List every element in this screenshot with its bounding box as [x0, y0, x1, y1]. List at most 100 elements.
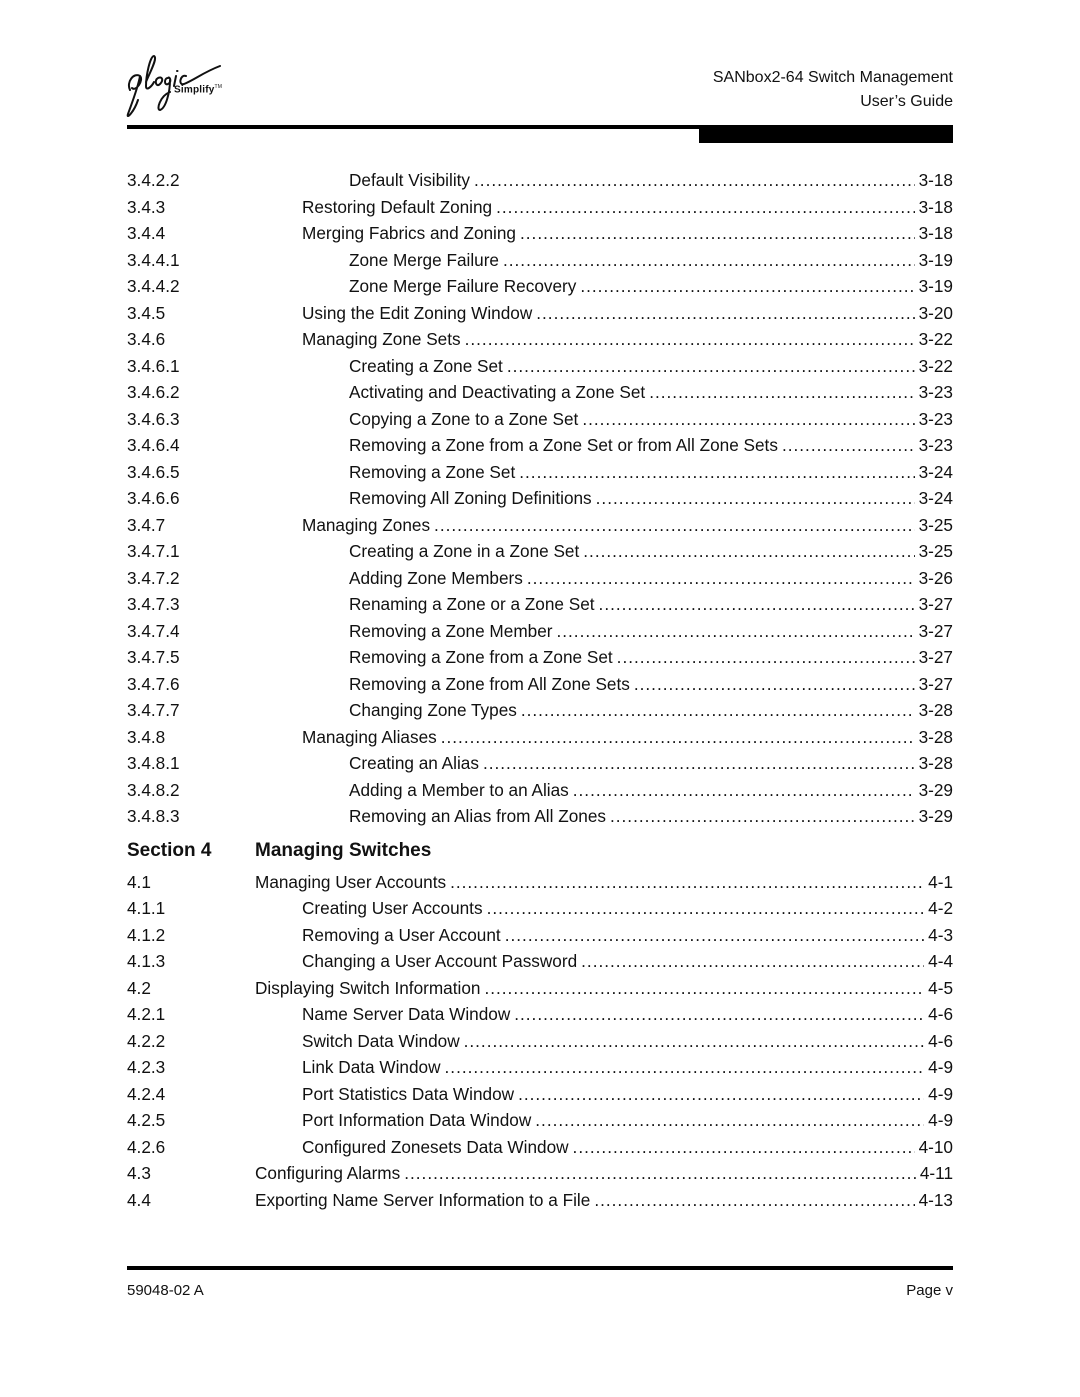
toc-entry[interactable]: 3.4.4 Merging Fabrics and Zoning 3-18 [127, 220, 953, 247]
toc-entry-title[interactable]: Managing Zones [302, 511, 435, 538]
toc-entry[interactable]: 3.4.4.1 Zone Merge Failure 3-19 [127, 246, 953, 273]
toc-entry-title[interactable]: Changing Zone Types [349, 697, 521, 724]
toc-entry-page[interactable]: 3-25 [914, 511, 953, 538]
toc-entry-page[interactable]: 4-13 [914, 1186, 953, 1213]
toc-entry-title[interactable]: Removing an Alias from All Zones [349, 803, 610, 830]
toc-entry-page[interactable]: 3-18 [914, 193, 953, 220]
toc-entry[interactable]: 3.4.6.3 Copying a Zone to a Zone Set 3-23 [127, 405, 953, 432]
toc-entry-title[interactable]: Removing All Zoning Definitions [349, 485, 596, 512]
toc-entry[interactable]: 4.1.2 Removing a User Account 4-3 [127, 921, 953, 948]
toc-entry-page[interactable]: 3-29 [914, 776, 953, 803]
toc-entry-page[interactable]: 3-24 [914, 458, 953, 485]
toc-entry-title[interactable]: Exporting Name Server Information to a F… [255, 1186, 595, 1213]
toc-entry-page[interactable]: 3-22 [914, 352, 953, 379]
toc-entry[interactable]: 3.4.6.4 Removing a Zone from a Zone Set o… [127, 432, 953, 459]
toc-entry-page[interactable]: 3-27 [914, 617, 953, 644]
toc-entry-page[interactable]: 4-11 [915, 1160, 953, 1187]
toc-entry-page[interactable]: 3-27 [914, 644, 953, 671]
toc-entry-title[interactable]: Zone Merge Failure Recovery [349, 273, 581, 300]
toc-entry-title[interactable]: Removing a Zone Set [349, 458, 520, 485]
toc-entry[interactable]: 3.4.4.2 Zone Merge Failure Recovery 3-19 [127, 273, 953, 300]
toc-entry[interactable]: 3.4.6.6 Removing All Zoning Definitions 3-… [127, 485, 953, 512]
toc-entry-title[interactable]: Managing Aliases [302, 723, 441, 750]
toc-entry-page[interactable]: 3-23 [914, 379, 953, 406]
toc-entry-page[interactable]: 3-28 [914, 750, 953, 777]
toc-entry[interactable]: 4.2.4 Port Statistics Data Window 4-9 [127, 1080, 953, 1107]
toc-entry[interactable]: 3.4.6.5 Removing a Zone Set 3-24 [127, 458, 953, 485]
toc-entry[interactable]: 4.1.3 Changing a User Account Password 4-4 [127, 948, 953, 975]
toc-entry-title[interactable]: Removing a Zone from a Zone Set [349, 644, 617, 671]
toc-entry-page[interactable]: 4-6 [924, 1027, 953, 1054]
toc-entry-page[interactable]: 4-9 [924, 1080, 953, 1107]
toc-entry[interactable]: 4.2.5 Port Information Data Window 4-9 [127, 1107, 953, 1134]
toc-entry[interactable]: 3.4.7.2 Adding Zone Members 3-26 [127, 564, 953, 591]
toc-entry-title[interactable]: Creating a Zone in a Zone Set [349, 538, 584, 565]
toc-entry-title[interactable]: Removing a User Account [302, 921, 505, 948]
toc-entry-page[interactable]: 3-26 [914, 564, 953, 591]
toc-entry[interactable]: 4.2 Displaying Switch Information 4-5 [127, 974, 953, 1001]
toc-entry-page[interactable]: 3-29 [914, 803, 953, 830]
toc-entry-page[interactable]: 4-6 [924, 1001, 953, 1028]
toc-entry-page[interactable]: 3-20 [914, 299, 953, 326]
toc-entry[interactable]: 4.1.1 Creating User Accounts 4-2 [127, 895, 953, 922]
toc-entry[interactable]: 4.2.6 Configured Zonesets Data Window 4-10 [127, 1133, 953, 1160]
toc-entry-page[interactable]: 3-28 [914, 723, 953, 750]
toc-entry-page[interactable]: 3-27 [914, 591, 953, 618]
toc-entry-title[interactable]: Managing User Accounts [255, 868, 451, 895]
toc-entry-title[interactable]: Changing a User Account Password [302, 948, 582, 975]
toc-entry-page[interactable]: 3-27 [914, 670, 953, 697]
toc-entry[interactable]: 4.2.3 Link Data Window 4-9 [127, 1054, 953, 1081]
toc-entry-title[interactable]: Configured Zonesets Data Window [302, 1133, 573, 1160]
toc-entry-title[interactable]: Displaying Switch Information [255, 974, 485, 1001]
toc-entry-page[interactable]: 3-28 [914, 697, 953, 724]
toc-entry-page[interactable]: 4-2 [924, 895, 953, 922]
toc-entry[interactable]: 3.4.7.5 Removing a Zone from a Zone Set 3-… [127, 644, 953, 671]
section-heading[interactable]: Section 4 Managing Switches [127, 833, 953, 869]
toc-entry-title[interactable]: Managing Zone Sets [302, 326, 465, 353]
toc-entry-title[interactable]: Removing a Zone Member [349, 617, 557, 644]
toc-entry-title[interactable]: Default Visibility [349, 167, 475, 194]
toc-entry-title[interactable]: Merging Fabrics and Zoning [302, 220, 520, 247]
toc-entry-title[interactable]: Removing a Zone from All Zone Sets [349, 670, 634, 697]
toc-entry-title[interactable]: Adding a Member to an Alias [349, 776, 573, 803]
toc-entry-title[interactable]: Renaming a Zone or a Zone Set [349, 591, 599, 618]
toc-entry[interactable]: 3.4.3 Restoring Default Zoning 3-18 [127, 193, 953, 220]
toc-entry[interactable]: 4.1 Managing User Accounts 4-1 [127, 868, 953, 895]
toc-entry-page[interactable]: 4-5 [924, 974, 953, 1001]
toc-entry-page[interactable]: 3-19 [914, 273, 953, 300]
toc-entry-title[interactable]: Configuring Alarms [255, 1160, 405, 1187]
toc-entry[interactable]: 4.4 Exporting Name Server Information to … [127, 1186, 953, 1213]
toc-entry-title[interactable]: Removing a Zone from a Zone Set or from … [349, 432, 782, 459]
toc-entry-title[interactable]: Creating a Zone Set [349, 352, 507, 379]
toc-entry-title[interactable]: Switch Data Window [302, 1027, 464, 1054]
toc-entry-page[interactable]: 3-22 [914, 326, 953, 353]
toc-entry[interactable]: 3.4.8 Managing Aliases 3-28 [127, 723, 953, 750]
toc-entry-page[interactable]: 3-24 [914, 485, 953, 512]
toc-entry-page[interactable]: 4-10 [914, 1133, 953, 1160]
toc-entry-page[interactable]: 3-25 [914, 538, 953, 565]
toc-entry[interactable]: 3.4.6.2 Activating and Deactivating a Zon… [127, 379, 953, 406]
toc-entry-title[interactable]: Using the Edit Zoning Window [302, 299, 537, 326]
toc-entry[interactable]: 3.4.7.4 Removing a Zone Member 3-27 [127, 617, 953, 644]
toc-entry-page[interactable]: 3-18 [914, 220, 953, 247]
toc-entry[interactable]: 3.4.7.7 Changing Zone Types 3-28 [127, 697, 953, 724]
toc-entry[interactable]: 3.4.5 Using the Edit Zoning Window 3-20 [127, 299, 953, 326]
toc-entry-title[interactable]: Zone Merge Failure [349, 246, 503, 273]
toc-entry[interactable]: 3.4.8.3 Removing an Alias from All Zones 3… [127, 803, 953, 830]
toc-entry-title[interactable]: Copying a Zone to a Zone Set [349, 405, 583, 432]
toc-entry-title[interactable]: Port Information Data Window [302, 1107, 536, 1134]
toc-entry-title[interactable]: Adding Zone Members [349, 564, 527, 591]
toc-entry-title[interactable]: Link Data Window [302, 1054, 445, 1081]
toc-entry[interactable]: 3.4.7.1 Creating a Zone in a Zone Set 3-25 [127, 538, 953, 565]
toc-entry[interactable]: 4.3 Configuring Alarms 4-11 [127, 1160, 953, 1187]
toc-entry-page[interactable]: 3-23 [914, 405, 953, 432]
toc-entry[interactable]: 3.4.8.2 Adding a Member to an Alias 3-29 [127, 776, 953, 803]
toc-entry[interactable]: 3.4.7 Managing Zones 3-25 [127, 511, 953, 538]
toc-entry-title[interactable]: Restoring Default Zoning [302, 193, 497, 220]
toc-entry-page[interactable]: 4-4 [924, 948, 953, 975]
toc-entry[interactable]: 3.4.7.3 Renaming a Zone or a Zone Set 3-27 [127, 591, 953, 618]
toc-entry[interactable]: 3.4.7.6 Removing a Zone from All Zone Set… [127, 670, 953, 697]
toc-entry-page[interactable]: 4-1 [924, 868, 953, 895]
toc-entry[interactable]: 3.4.2.2 Default Visibility 3-18 [127, 167, 953, 194]
toc-entry-page[interactable]: 4-9 [924, 1107, 953, 1134]
